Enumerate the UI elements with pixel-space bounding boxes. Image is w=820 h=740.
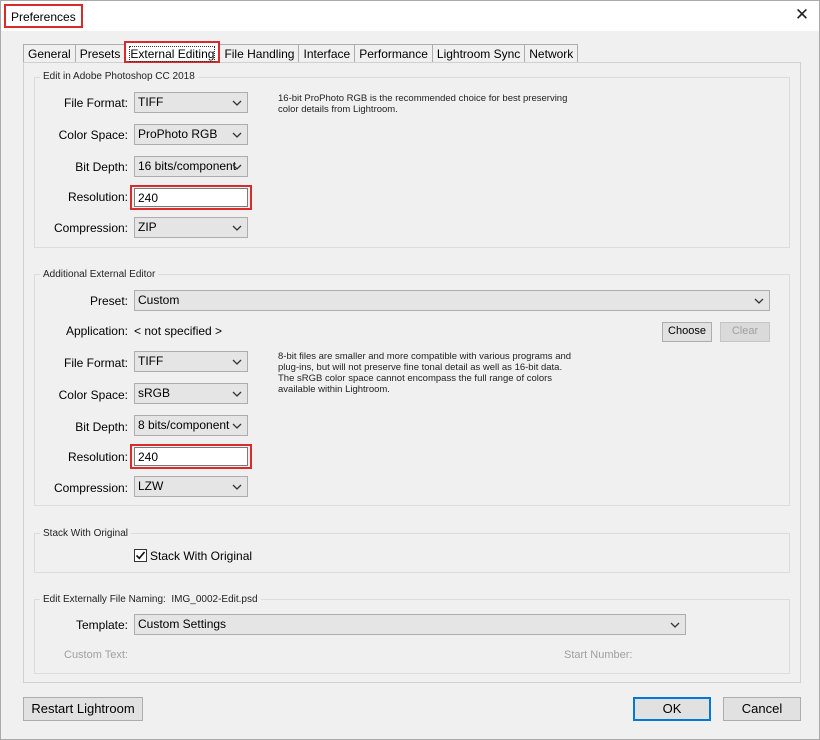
ps-bit-depth-label: Bit Depth: (75, 160, 128, 174)
ae-info-note: 8-bit files are smaller and more compati… (278, 351, 572, 395)
template-label: Template: (75, 618, 128, 632)
ps-resolution-label: Resolution: (67, 190, 128, 204)
start-number-label: Start Number: (564, 649, 633, 661)
tab-external-editing[interactable]: External Editing (124, 41, 221, 63)
chevron-down-icon (232, 484, 242, 490)
chevron-down-icon (232, 391, 242, 397)
tab-file-handling[interactable]: File Handling (219, 44, 300, 63)
ps-resolution-input[interactable]: 240 (134, 188, 248, 207)
ae-file-format-select[interactable]: TIFF (134, 351, 248, 372)
preset-value: Custom (138, 293, 180, 307)
chevron-down-icon (670, 622, 680, 628)
external-editing-page: Edit in Adobe Photoshop CC 2018 File For… (23, 62, 801, 683)
ae-compression-value: LZW (138, 479, 164, 493)
ps-color-space-value: ProPhoto RGB (138, 127, 218, 141)
chevron-down-icon (232, 225, 242, 231)
ae-resolution-value: 240 (138, 450, 159, 464)
ps-color-space-label: Color Space: (58, 128, 128, 142)
application-value: < not specified > (134, 324, 223, 338)
tab-network[interactable]: Network (524, 44, 579, 63)
ae-color-space-select[interactable]: sRGB (134, 383, 248, 404)
ps-file-format-select[interactable]: TIFF (134, 92, 248, 113)
tab-performance[interactable]: Performance (354, 44, 433, 63)
ok-button[interactable]: OK (633, 697, 711, 721)
tab-strip: General Presets External Editing File Ha… (23, 41, 579, 63)
ps-file-format-value: TIFF (138, 95, 164, 109)
tab-lightroom-sync[interactable]: Lightroom Sync (431, 44, 526, 63)
naming-title: Edit Externally File Naming: (43, 594, 166, 605)
ae-compression-select[interactable]: LZW (134, 476, 248, 497)
custom-text-label: Custom Text: (64, 649, 128, 661)
ae-resolution-input[interactable]: 240 (134, 447, 248, 466)
ae-file-format-value: TIFF (138, 354, 164, 368)
application-label: Application: (65, 324, 128, 338)
ps-file-format-label: File Format: (63, 96, 128, 110)
naming-group-label: Edit Externally File Naming: IMG_0002-Ed… (40, 594, 261, 605)
ae-resolution-label: Resolution: (67, 450, 128, 464)
preset-select[interactable]: Custom (134, 290, 770, 311)
ae-bit-depth-value: 8 bits/component (138, 418, 230, 432)
cancel-button[interactable]: Cancel (723, 697, 801, 721)
window-title: Preferences (4, 4, 83, 28)
choose-button[interactable]: Choose (662, 322, 712, 342)
ps-recommendation-note: 16-bit ProPhoto RGB is the recommended c… (278, 93, 568, 115)
chevron-down-icon (754, 298, 764, 304)
chevron-down-icon (232, 423, 242, 429)
tab-presets[interactable]: Presets (74, 44, 126, 63)
template-select[interactable]: Custom Settings (134, 614, 686, 635)
ps-compression-value: ZIP (138, 220, 157, 234)
ae-color-space-value: sRGB (138, 386, 171, 400)
ae-color-space-label: Color Space: (58, 388, 128, 402)
stack-group-label: Stack With Original (40, 528, 132, 539)
preset-label: Preset: (89, 294, 128, 308)
stack-group (34, 533, 790, 573)
preferences-window: Preferences ✕ General Presets External E… (0, 0, 820, 740)
photoshop-group-label: Edit in Adobe Photoshop CC 2018 (40, 71, 198, 82)
title-bar: Preferences ✕ (1, 1, 819, 31)
stack-checkbox-label[interactable]: Stack With Original (150, 549, 252, 563)
stack-checkbox[interactable] (134, 549, 147, 562)
ps-bit-depth-select[interactable]: 16 bits/component (134, 156, 248, 177)
chevron-down-icon (232, 359, 242, 365)
ae-compression-label: Compression: (53, 481, 128, 495)
tab-interface[interactable]: Interface (298, 44, 356, 63)
tab-general[interactable]: General (23, 44, 76, 63)
ps-compression-select[interactable]: ZIP (134, 217, 248, 238)
ps-bit-depth-value: 16 bits/component (138, 159, 237, 173)
ae-bit-depth-label: Bit Depth: (75, 420, 128, 434)
close-icon[interactable]: ✕ (793, 6, 811, 24)
ae-bit-depth-select[interactable]: 8 bits/component (134, 415, 248, 436)
additional-editor-group-label: Additional External Editor (40, 269, 159, 280)
naming-example: IMG_0002-Edit.psd (171, 594, 258, 605)
chevron-down-icon (232, 164, 242, 170)
ps-color-space-select[interactable]: ProPhoto RGB (134, 124, 248, 145)
restart-lightroom-button[interactable]: Restart Lightroom (23, 697, 143, 721)
clear-button[interactable]: Clear (720, 322, 770, 342)
template-value: Custom Settings (138, 617, 227, 631)
check-icon (135, 551, 146, 560)
naming-group (34, 599, 790, 674)
chevron-down-icon (232, 100, 242, 106)
chevron-down-icon (232, 132, 242, 138)
ps-compression-label: Compression: (53, 221, 128, 235)
ps-resolution-value: 240 (138, 191, 159, 205)
ae-file-format-label: File Format: (63, 356, 128, 370)
